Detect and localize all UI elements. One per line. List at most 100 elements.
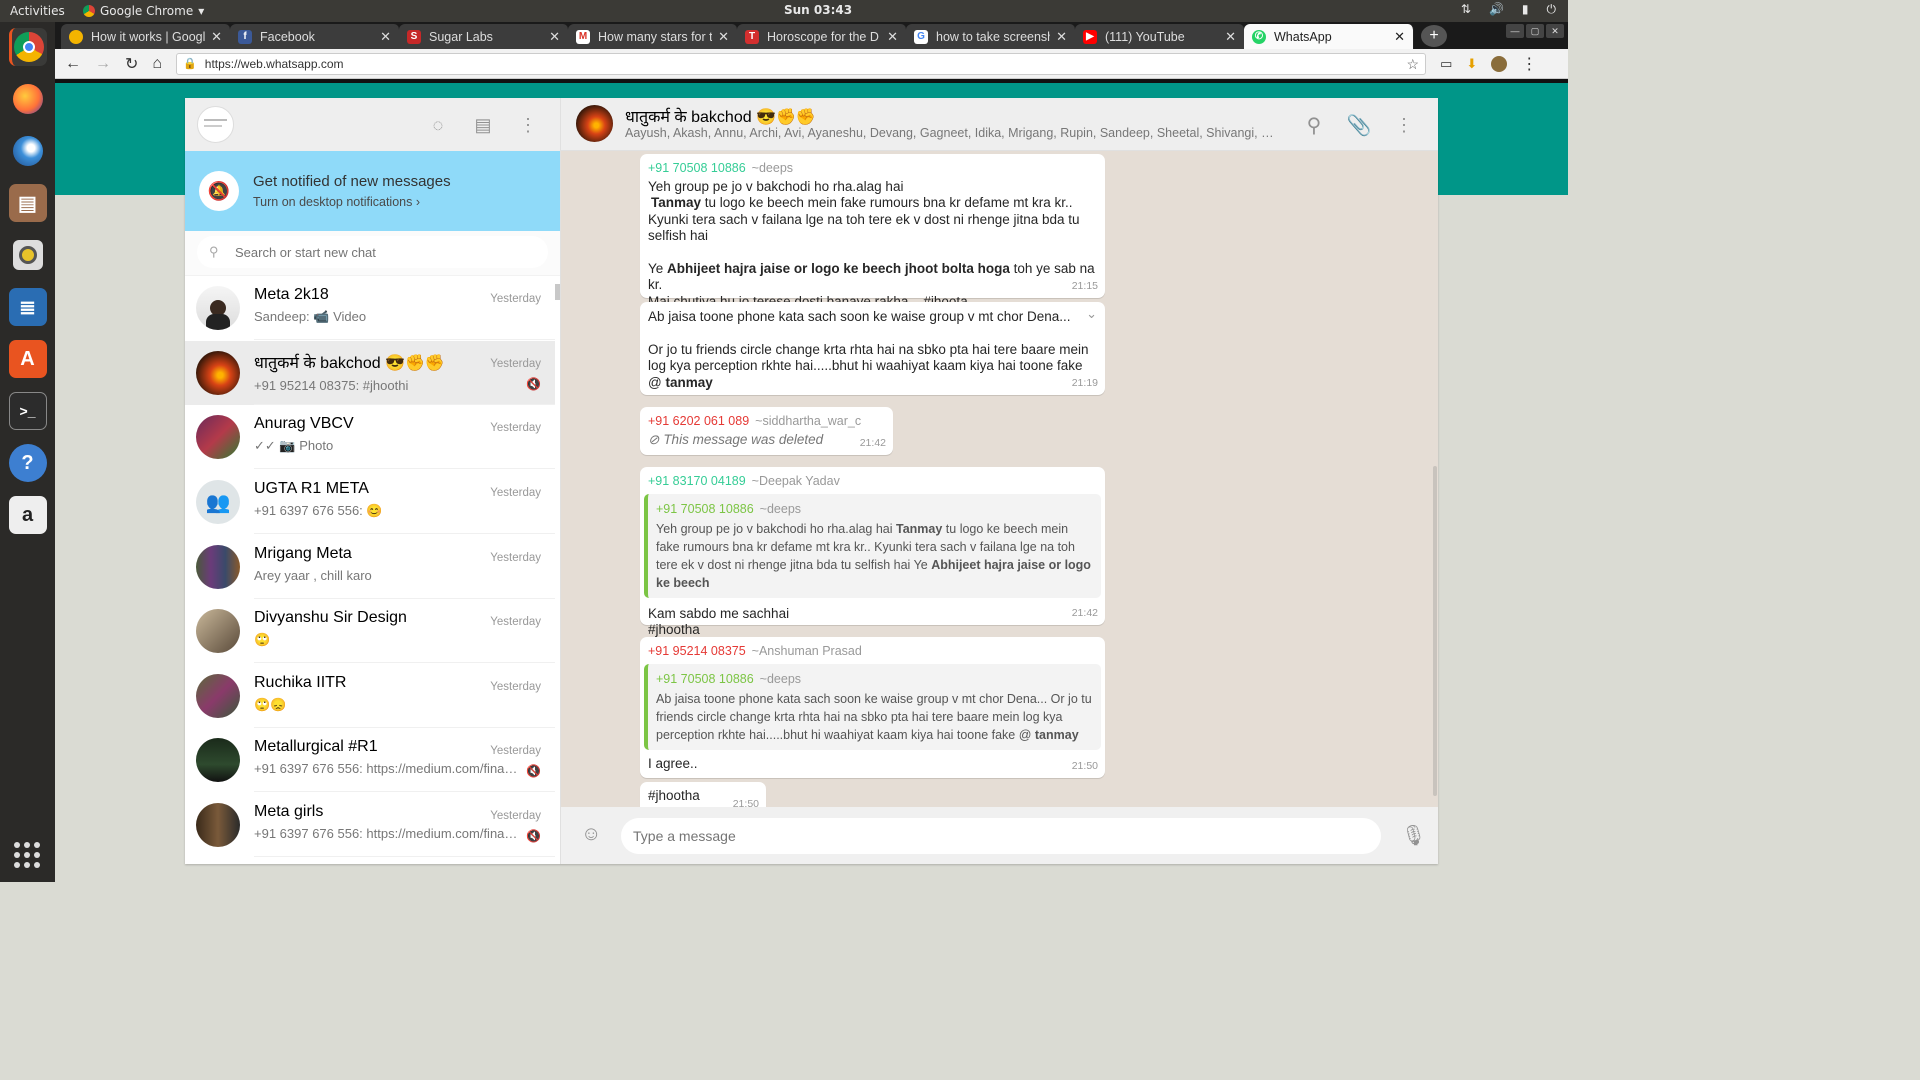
close-icon[interactable]: ✕ bbox=[1056, 29, 1067, 45]
sender-phone[interactable]: +91 70508 10886 bbox=[648, 161, 746, 175]
url-field[interactable]: 🔒 https://web.whatsapp.com ☆ bbox=[176, 52, 1427, 75]
message-bubble-deleted[interactable]: +91 6202 061 089 ~siddhartha_war_c ⊘ This … bbox=[640, 407, 893, 455]
quoted-phone: +91 70508 10886 bbox=[656, 671, 754, 686]
notify-action-link[interactable]: Turn on desktop notifications › bbox=[253, 195, 451, 209]
volume-icon[interactable]: 🔊 bbox=[1489, 2, 1504, 17]
message-input[interactable] bbox=[621, 818, 1381, 854]
sender-phone[interactable]: +91 6202 061 089 bbox=[648, 414, 749, 428]
close-icon[interactable]: ✕ bbox=[887, 29, 898, 45]
chat-row-anurag-vbcv[interactable]: Anurag VBCV Yesterday ✓✓ 📷 Photo bbox=[185, 405, 555, 470]
tab-sugarlabs[interactable]: S Sugar Labs ✕ bbox=[399, 24, 569, 49]
files-icon[interactable]: ▤ bbox=[8, 184, 47, 222]
close-icon[interactable]: ✕ bbox=[380, 29, 391, 45]
status-icon[interactable]: ◌ bbox=[427, 114, 449, 136]
extension-download-icon[interactable]: ⬇ bbox=[1466, 56, 1477, 72]
power-icon[interactable]: ⏻ bbox=[1547, 2, 1557, 17]
attach-icon[interactable]: 📎 bbox=[1347, 114, 1372, 137]
software-center-icon[interactable]: A bbox=[8, 340, 47, 378]
quoted-message[interactable]: +91 70508 10886 ~deeps Ab jaisa toone pho… bbox=[644, 663, 1101, 750]
home-icon[interactable]: ⌂ bbox=[152, 55, 162, 73]
firefox-icon[interactable] bbox=[9, 80, 47, 118]
quoted-message[interactable]: +91 70508 10886 ~deeps Yeh group pe jo v … bbox=[644, 493, 1101, 598]
chat-row-metallurgical-r1[interactable]: Metallurgical #R1 Yesterday +91 6397 676 5… bbox=[185, 728, 555, 793]
thunderbird-icon[interactable] bbox=[9, 132, 47, 170]
close-icon[interactable]: ✕ bbox=[718, 29, 729, 45]
search-icon[interactable]: ⚲ bbox=[1303, 114, 1325, 137]
message-bubble[interactable]: #jhootha 21:50 bbox=[640, 782, 766, 807]
microphone-icon[interactable]: 🎙 bbox=[1401, 823, 1426, 848]
avatar bbox=[196, 673, 240, 718]
message-bubble[interactable]: ⌄ Ab jaisa toone phone kata sach soon ke… bbox=[640, 302, 1105, 395]
reload-icon[interactable]: ↻ bbox=[125, 54, 138, 74]
chat-row-divyanshu-sir-design[interactable]: Divyanshu Sir Design Yesterday 🙄 bbox=[185, 599, 555, 664]
system-tray[interactable]: ⇅ 🔊 ▮ ⏻ bbox=[1461, 2, 1556, 17]
tab-facebook[interactable]: f Facebook ✕ bbox=[230, 24, 400, 49]
menu-icon[interactable]: ⋮ bbox=[1393, 114, 1415, 136]
chat-row-ugta-r1-meta[interactable]: 👥 UGTA R1 META Yesterday +91 6397 676 556:… bbox=[185, 470, 555, 535]
chat-time: Yesterday bbox=[490, 487, 541, 500]
close-window-icon[interactable]: ✕ bbox=[1546, 24, 1564, 38]
message-line: Yeh group pe jo v bakchodi ho rha.alag h… bbox=[648, 178, 904, 194]
group-avatar[interactable] bbox=[576, 105, 613, 142]
message-bubble[interactable]: +91 83170 04189 ~Deepak Yadav +91 70508 1… bbox=[640, 467, 1105, 637]
tab-title: How it works | Google bbox=[91, 29, 206, 44]
close-icon[interactable]: ✕ bbox=[549, 29, 560, 45]
bookmark-star-icon[interactable]: ☆ bbox=[1407, 56, 1420, 73]
search-input[interactable] bbox=[235, 244, 515, 260]
chat-row-meta-girls[interactable]: Meta girls Yesterday +91 6397 676 556: htt… bbox=[185, 793, 555, 858]
message-bubble[interactable]: +91 70508 10886 ~deeps Yeh group pe jo v … bbox=[640, 154, 1105, 309]
help-icon[interactable]: ? bbox=[8, 444, 47, 482]
tab-youtube[interactable]: ▶ (111) YouTube ✕ bbox=[1075, 24, 1245, 49]
writer-icon[interactable]: ≣ bbox=[8, 288, 47, 326]
activities-button[interactable]: Activities bbox=[0, 4, 75, 18]
network-icon[interactable]: ⇅ bbox=[1461, 2, 1471, 17]
message-list-scrollbar[interactable] bbox=[1433, 466, 1437, 796]
close-icon[interactable]: ✕ bbox=[1394, 29, 1405, 45]
minimize-icon[interactable]: — bbox=[1506, 24, 1524, 38]
tab-horoscope[interactable]: T Horoscope for the D ✕ bbox=[737, 24, 907, 49]
bell-off-icon: 🔕 bbox=[199, 171, 239, 211]
chat-row-ruchika-iitr[interactable]: Ruchika IITR Yesterday 🙄😞 bbox=[185, 664, 555, 729]
chat-row-dhatukarm-bakchod[interactable]: धातुकर्म के bakchod 😎✊✊ Yesterday +91 9521… bbox=[185, 340, 555, 406]
sender-phone[interactable]: +91 95214 08375 bbox=[648, 644, 746, 658]
app-menu[interactable]: Google Chrome ▾ bbox=[83, 4, 204, 18]
tab-gmail[interactable]: M How many stars for t ✕ bbox=[568, 24, 738, 49]
tab-google[interactable]: How it works | Google ✕ bbox=[61, 24, 231, 49]
menu-icon[interactable]: ⋮ bbox=[517, 114, 539, 136]
extension-icon[interactable]: ▭ bbox=[1440, 56, 1452, 72]
quoted-author: ~deeps bbox=[759, 671, 802, 686]
new-tab-button[interactable]: + bbox=[1421, 25, 1447, 47]
new-chat-icon[interactable]: ▤ bbox=[472, 114, 494, 136]
chat-time: Yesterday bbox=[490, 745, 541, 758]
amazon-icon[interactable]: a bbox=[8, 496, 47, 534]
chrome-launcher-icon[interactable] bbox=[8, 28, 47, 66]
message-bubble[interactable]: +91 95214 08375 ~Anshuman Prasad +91 7050… bbox=[640, 637, 1105, 778]
tab-whatsapp[interactable]: ✆ WhatsApp ✕ bbox=[1244, 24, 1414, 49]
my-avatar[interactable] bbox=[197, 106, 234, 143]
back-icon[interactable]: ← bbox=[65, 55, 81, 73]
notification-banner[interactable]: 🔕 Get notified of new messages Turn on d… bbox=[185, 151, 560, 231]
sender-phone[interactable]: +91 83170 04189 bbox=[648, 474, 746, 488]
message-dropdown-icon[interactable]: ⌄ bbox=[1086, 306, 1097, 323]
tab-google-search[interactable]: Ghow to take screensh ✕ bbox=[906, 24, 1076, 49]
message-line: Kam sabdo me sachhai bbox=[648, 605, 790, 621]
maximize-icon[interactable]: ▢ bbox=[1526, 24, 1544, 38]
battery-icon[interactable]: ▮ bbox=[1522, 2, 1529, 17]
close-icon[interactable]: ✕ bbox=[1225, 29, 1236, 45]
close-icon[interactable]: ✕ bbox=[211, 29, 222, 45]
forward-icon[interactable]: → bbox=[95, 55, 111, 73]
emoji-icon[interactable]: ☺ bbox=[581, 823, 601, 846]
show-applications-icon[interactable] bbox=[14, 842, 40, 868]
chat-list-scrollbar[interactable] bbox=[555, 284, 560, 300]
mention-text: Tanmay bbox=[651, 195, 702, 210]
terminal-icon[interactable]: >_ bbox=[8, 392, 47, 430]
conversation-header[interactable]: धातुकर्म के bakchod 😎✊✊ Aayush, Akash, A… bbox=[561, 98, 1438, 151]
chat-row-meta-2k18[interactable]: Meta 2k18 Yesterday Sandeep: 📹 Video bbox=[185, 276, 555, 341]
rhythmbox-icon[interactable] bbox=[9, 236, 47, 274]
search-box[interactable]: ⚲ bbox=[197, 236, 548, 268]
chat-time: Yesterday bbox=[490, 680, 541, 693]
clock[interactable]: Sun 03:43 bbox=[784, 3, 852, 17]
chrome-menu-icon[interactable]: ⋮ bbox=[1521, 54, 1537, 74]
chat-row-mrigang-meta[interactable]: Mrigang Meta Yesterday Arey yaar , chill k… bbox=[185, 534, 555, 599]
profile-avatar[interactable] bbox=[1491, 55, 1508, 72]
